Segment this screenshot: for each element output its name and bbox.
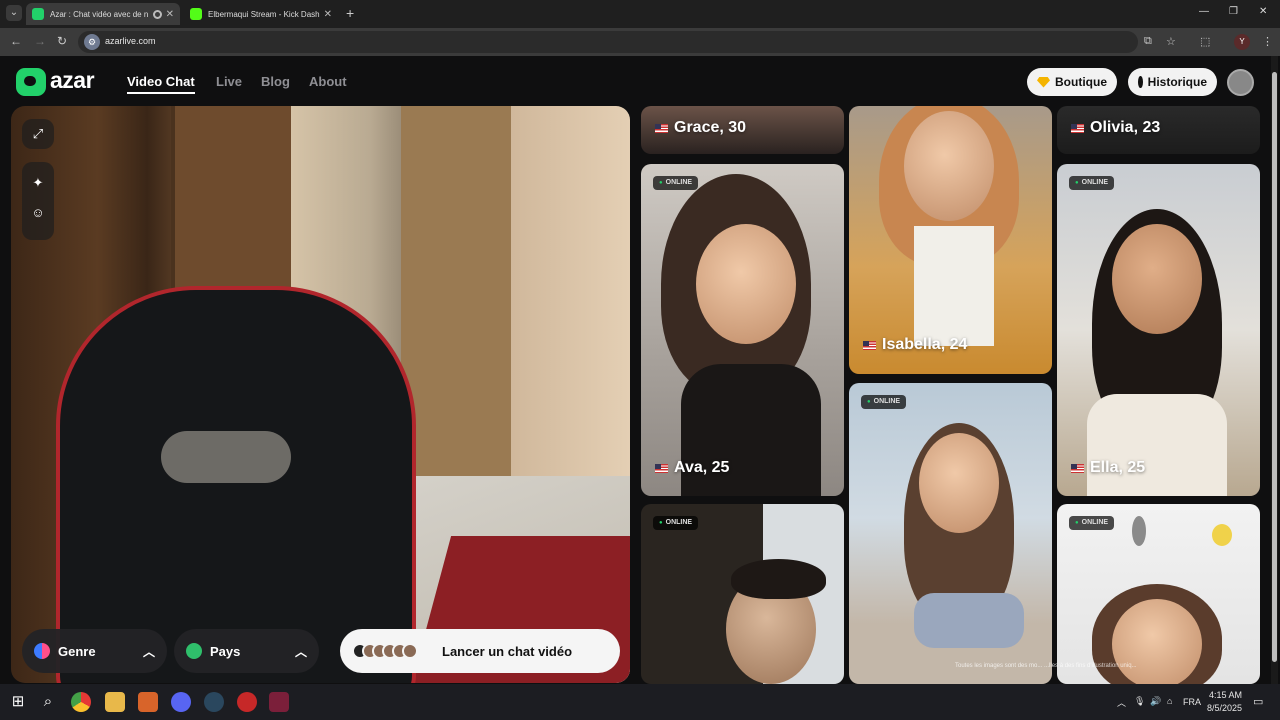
app-v-icon[interactable] xyxy=(269,692,289,712)
card-name: Ava, 25 xyxy=(674,459,730,476)
chrome-icon[interactable] xyxy=(71,692,91,712)
new-tab-button[interactable]: + xyxy=(346,5,354,21)
nav-about[interactable]: About xyxy=(309,74,347,89)
close-tab-icon[interactable]: ✕ xyxy=(324,9,332,20)
historique-button[interactable]: Historique xyxy=(1128,68,1217,96)
clock-icon xyxy=(1138,76,1143,88)
boutique-button[interactable]: Boutique xyxy=(1027,68,1117,96)
url-field[interactable] xyxy=(78,31,1138,53)
bookmark-star-icon[interactable]: ☆ xyxy=(1166,35,1176,48)
globe-icon xyxy=(186,643,202,659)
nav-video-chat[interactable]: Video Chat xyxy=(127,74,195,94)
microphone-icon[interactable]: 🎙 xyxy=(1134,696,1145,707)
site-info-icon[interactable]: ⚙ xyxy=(84,34,100,50)
app-a-icon[interactable] xyxy=(138,692,158,712)
user-avatar[interactable] xyxy=(1227,69,1254,96)
recorder-icon[interactable] xyxy=(237,692,257,712)
online-badge: ONLINE xyxy=(653,176,699,190)
browser-menu-icon[interactable]: ⋮ xyxy=(1262,35,1273,48)
minimize-button[interactable]: — xyxy=(1199,6,1209,17)
card-name: Grace, 30 xyxy=(674,119,747,136)
extensions-icon[interactable]: ⬚ xyxy=(1200,35,1210,48)
gender-icon xyxy=(34,643,50,659)
scrollbar-thumb[interactable] xyxy=(1272,72,1277,662)
tab-azar[interactable]: Azar : Chat vidéo avec de n ✕ xyxy=(26,3,180,25)
address-bar-row: ← → ↻ ⚙ azarlive.com ⧉ ☆ ⬚ ⋮ xyxy=(0,28,1280,56)
online-badge: ONLINE xyxy=(653,516,699,530)
logo-text[interactable]: azar xyxy=(50,67,95,94)
recording-icon xyxy=(152,9,162,19)
close-window-button[interactable]: ✕ xyxy=(1259,6,1267,17)
azar-page: azar Video Chat Live Blog About Boutique… xyxy=(0,56,1280,684)
tab-search-icon[interactable]: ⌄ xyxy=(6,5,22,21)
restore-button[interactable]: ❐ xyxy=(1229,6,1238,17)
azar-favicon-icon xyxy=(32,8,44,20)
chair-image xyxy=(56,286,416,683)
country-selector[interactable]: Pays ︿ xyxy=(174,629,319,673)
sparkle-icon[interactable]: ✦ xyxy=(22,168,54,198)
volume-icon[interactable]: 🔊 xyxy=(1150,696,1161,707)
nav-blog[interactable]: Blog xyxy=(261,74,290,89)
discord-icon[interactable] xyxy=(171,692,191,712)
cast-icon[interactable]: ⧉ xyxy=(1144,35,1152,48)
gem-icon xyxy=(1037,76,1050,88)
expand-icon: ⤢ xyxy=(32,126,44,141)
us-flag-icon xyxy=(1071,123,1084,133)
page-scrollbar[interactable] xyxy=(1271,56,1278,684)
us-flag-icon xyxy=(863,340,876,350)
us-flag-icon xyxy=(655,123,668,133)
windows-taskbar: ⊞ ⌕ ︿ 🎙 🔊 ⌂ FRA 4:15 AM 8/5/2025 ▭ xyxy=(0,684,1280,720)
card-name: Isabella, 24 xyxy=(882,336,968,353)
profile-card-playful[interactable]: ONLINE xyxy=(1057,504,1260,684)
chevron-up-icon: ︿ xyxy=(142,644,155,659)
avatar-stack xyxy=(352,643,418,659)
tab-kick[interactable]: Elbermaqui Stream - Kick Dash ✕ xyxy=(184,3,338,25)
profile-card-laughing[interactable]: ONLINE xyxy=(849,383,1052,684)
tab-title: Elbermaqui Stream - Kick Dash xyxy=(208,9,320,19)
azar-logo-icon[interactable] xyxy=(16,68,46,96)
profile-card-man[interactable]: ONLINE xyxy=(641,504,844,684)
search-icon[interactable]: ⌕ xyxy=(38,692,58,712)
browser-tab-bar: ⌄ Azar : Chat vidéo avec de n ✕ Elbermaq… xyxy=(0,0,1280,28)
profile-card-olivia[interactable]: Olivia, 23 xyxy=(1057,106,1260,154)
tab-title: Azar : Chat vidéo avec de n xyxy=(50,9,149,19)
windows-start-icon[interactable]: ⊞ xyxy=(8,692,28,712)
card-name: Olivia, 23 xyxy=(1090,119,1161,136)
profile-avatar[interactable]: Y xyxy=(1234,34,1250,50)
language-indicator[interactable]: FRA xyxy=(1183,697,1201,707)
nav-live[interactable]: Live xyxy=(216,74,242,89)
us-flag-icon xyxy=(1071,463,1084,473)
images-disclaimer: Toutes les images sont des mo... ...lles… xyxy=(955,663,1137,669)
back-icon[interactable]: ← xyxy=(10,34,22,48)
clock-date[interactable]: 8/5/2025 xyxy=(1207,703,1242,713)
kick-favicon-icon xyxy=(190,8,202,20)
online-badge: ONLINE xyxy=(1069,516,1115,530)
steam-icon[interactable] xyxy=(204,692,224,712)
file-explorer-icon[interactable] xyxy=(105,692,125,712)
notifications-icon[interactable]: ▭ xyxy=(1253,695,1263,708)
profile-card-isabella[interactable]: Isabella, 24 xyxy=(849,106,1052,374)
chevron-up-icon: ︿ xyxy=(294,644,307,659)
reload-icon[interactable]: ↻ xyxy=(57,34,67,48)
url-text[interactable]: azarlive.com xyxy=(105,36,156,46)
camera-preview xyxy=(11,106,630,683)
close-tab-icon[interactable]: ✕ xyxy=(166,9,174,20)
network-icon[interactable]: ⌂ xyxy=(1167,696,1172,706)
profile-card-ava[interactable]: ONLINE Ava, 25 xyxy=(641,164,844,496)
start-video-chat-button[interactable]: Lancer un chat vidéo xyxy=(340,629,620,673)
online-badge: ONLINE xyxy=(1069,176,1115,190)
fullscreen-button[interactable]: ⤢ xyxy=(22,119,54,149)
us-flag-icon xyxy=(655,463,668,473)
card-name: Ella, 25 xyxy=(1090,459,1146,476)
profile-card-grace[interactable]: Grace, 30 xyxy=(641,106,844,154)
effects-panel: ✦ ☺ xyxy=(22,162,54,240)
tray-chevron-icon[interactable]: ︿ xyxy=(1117,696,1126,709)
profile-card-ella[interactable]: ONLINE Ella, 25 xyxy=(1057,164,1260,496)
online-badge: ONLINE xyxy=(861,395,907,409)
clock-time[interactable]: 4:15 AM xyxy=(1209,690,1242,700)
face-filter-icon[interactable]: ☺ xyxy=(22,198,54,228)
genre-selector[interactable]: Genre ︿ xyxy=(22,629,167,673)
forward-icon[interactable]: → xyxy=(34,34,46,48)
